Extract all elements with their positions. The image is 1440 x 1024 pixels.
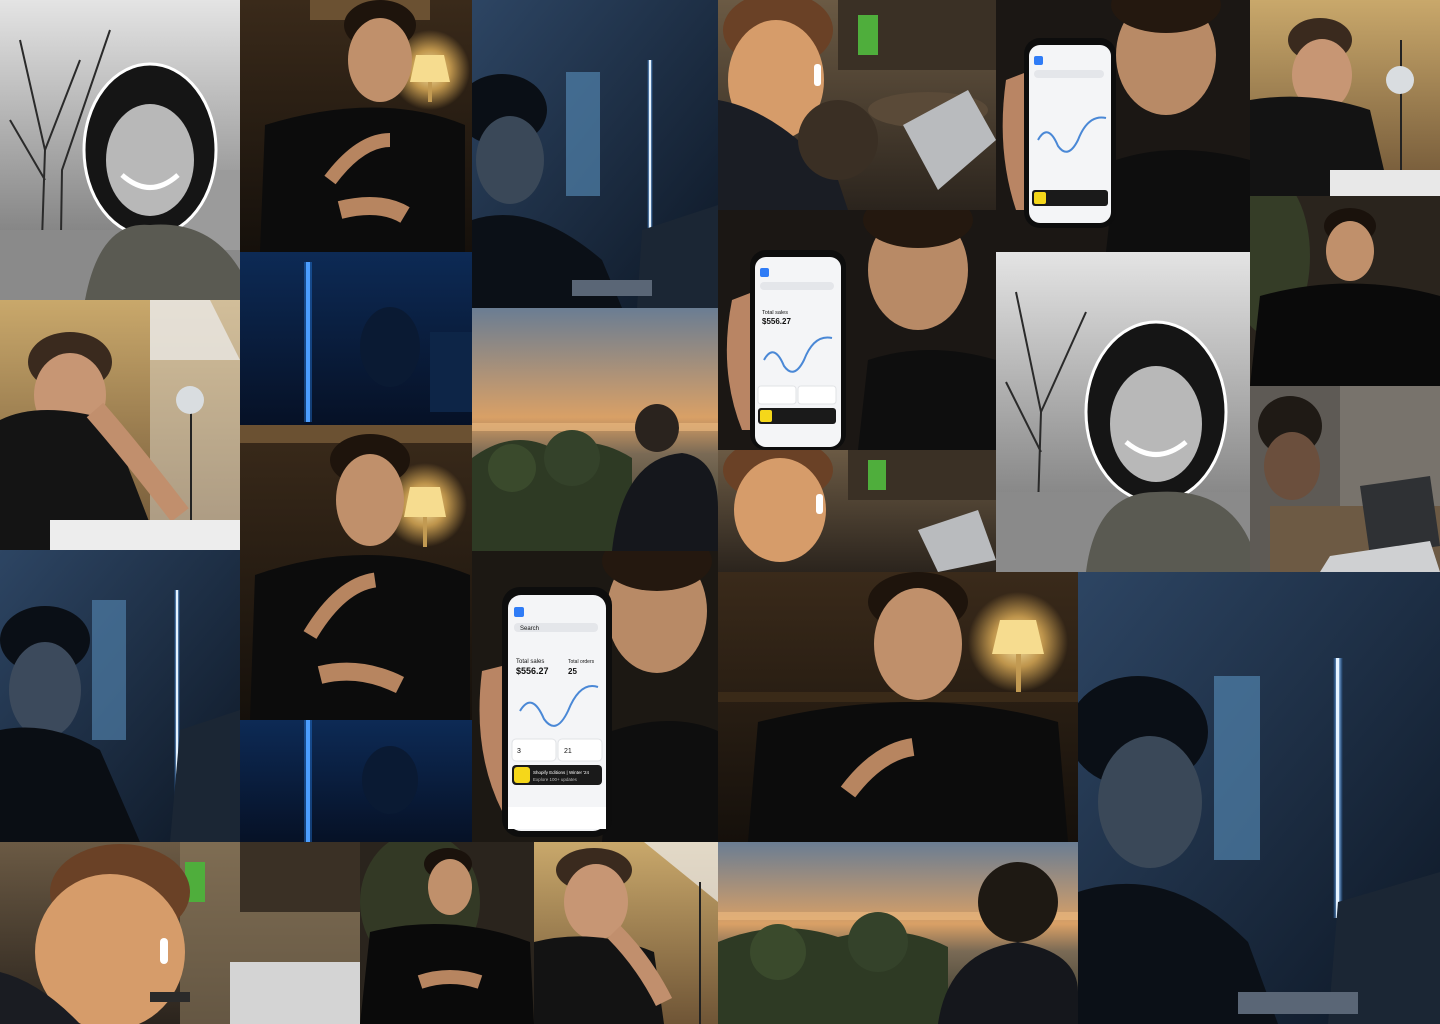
photo-phone-sales-top [996, 0, 1250, 252]
photo-laptop-grey-room [1250, 386, 1440, 572]
photo-airpods-cafe-middle [718, 450, 996, 572]
phone-banner-sub: Explore 100+ updates [533, 777, 578, 782]
phone-total-sales-label: Total sales [516, 659, 544, 665]
photo-talking-lamp-large [718, 572, 1078, 842]
photo-sunset-view-bottom [718, 842, 1078, 1024]
photo-thinking-at-laptop-warm [0, 300, 240, 550]
photo-boy-thinking-right [1250, 196, 1440, 386]
photo-hooded-selfie-bw-left [0, 0, 240, 300]
phone-sessions-value: 3 [517, 748, 521, 755]
photo-boy-thinking-bottom [360, 842, 534, 1024]
phone-total-orders-label: Total orders [568, 659, 595, 665]
photo-airpods-cafe-top [718, 0, 996, 210]
photo-hand-on-chin-top-right [1250, 0, 1440, 196]
photo-airpods-cafe-bottom-left [0, 842, 360, 1024]
phone-search-text: Search [520, 626, 539, 632]
phone-points-value: 21 [564, 748, 572, 755]
photo-hand-on-chin-bottom [534, 842, 718, 1024]
phone-banner-title: Shopify Editions | Winter '24 [533, 770, 590, 775]
photo-hooded-selfie-bw-right [996, 252, 1250, 572]
photo-sunset-view-top [472, 308, 718, 551]
photo-talking-lamp-middle [240, 425, 472, 720]
photo-laptop-blue-neon-left [0, 550, 240, 842]
photo-laptop-blue-neon-top [472, 0, 718, 308]
photo-talking-lamp-top [240, 0, 472, 252]
photo-dark-blue-room-a [240, 252, 472, 425]
phone-total-sales-label-2: Total sales [762, 310, 788, 316]
phone-orders-value: 25 [568, 667, 577, 676]
phone-total-sales-value: $556.27 [516, 666, 549, 676]
photo-dark-blue-room-b [240, 720, 472, 842]
photo-phone-sales-bottom: Search Total sales $556.27 Total orders … [472, 551, 718, 842]
photo-phone-sales-middle: Total sales $556.27 [718, 210, 996, 450]
photo-laptop-blue-neon-large [1078, 572, 1440, 1024]
phone-total-sales-value-2: $556.27 [762, 317, 791, 326]
